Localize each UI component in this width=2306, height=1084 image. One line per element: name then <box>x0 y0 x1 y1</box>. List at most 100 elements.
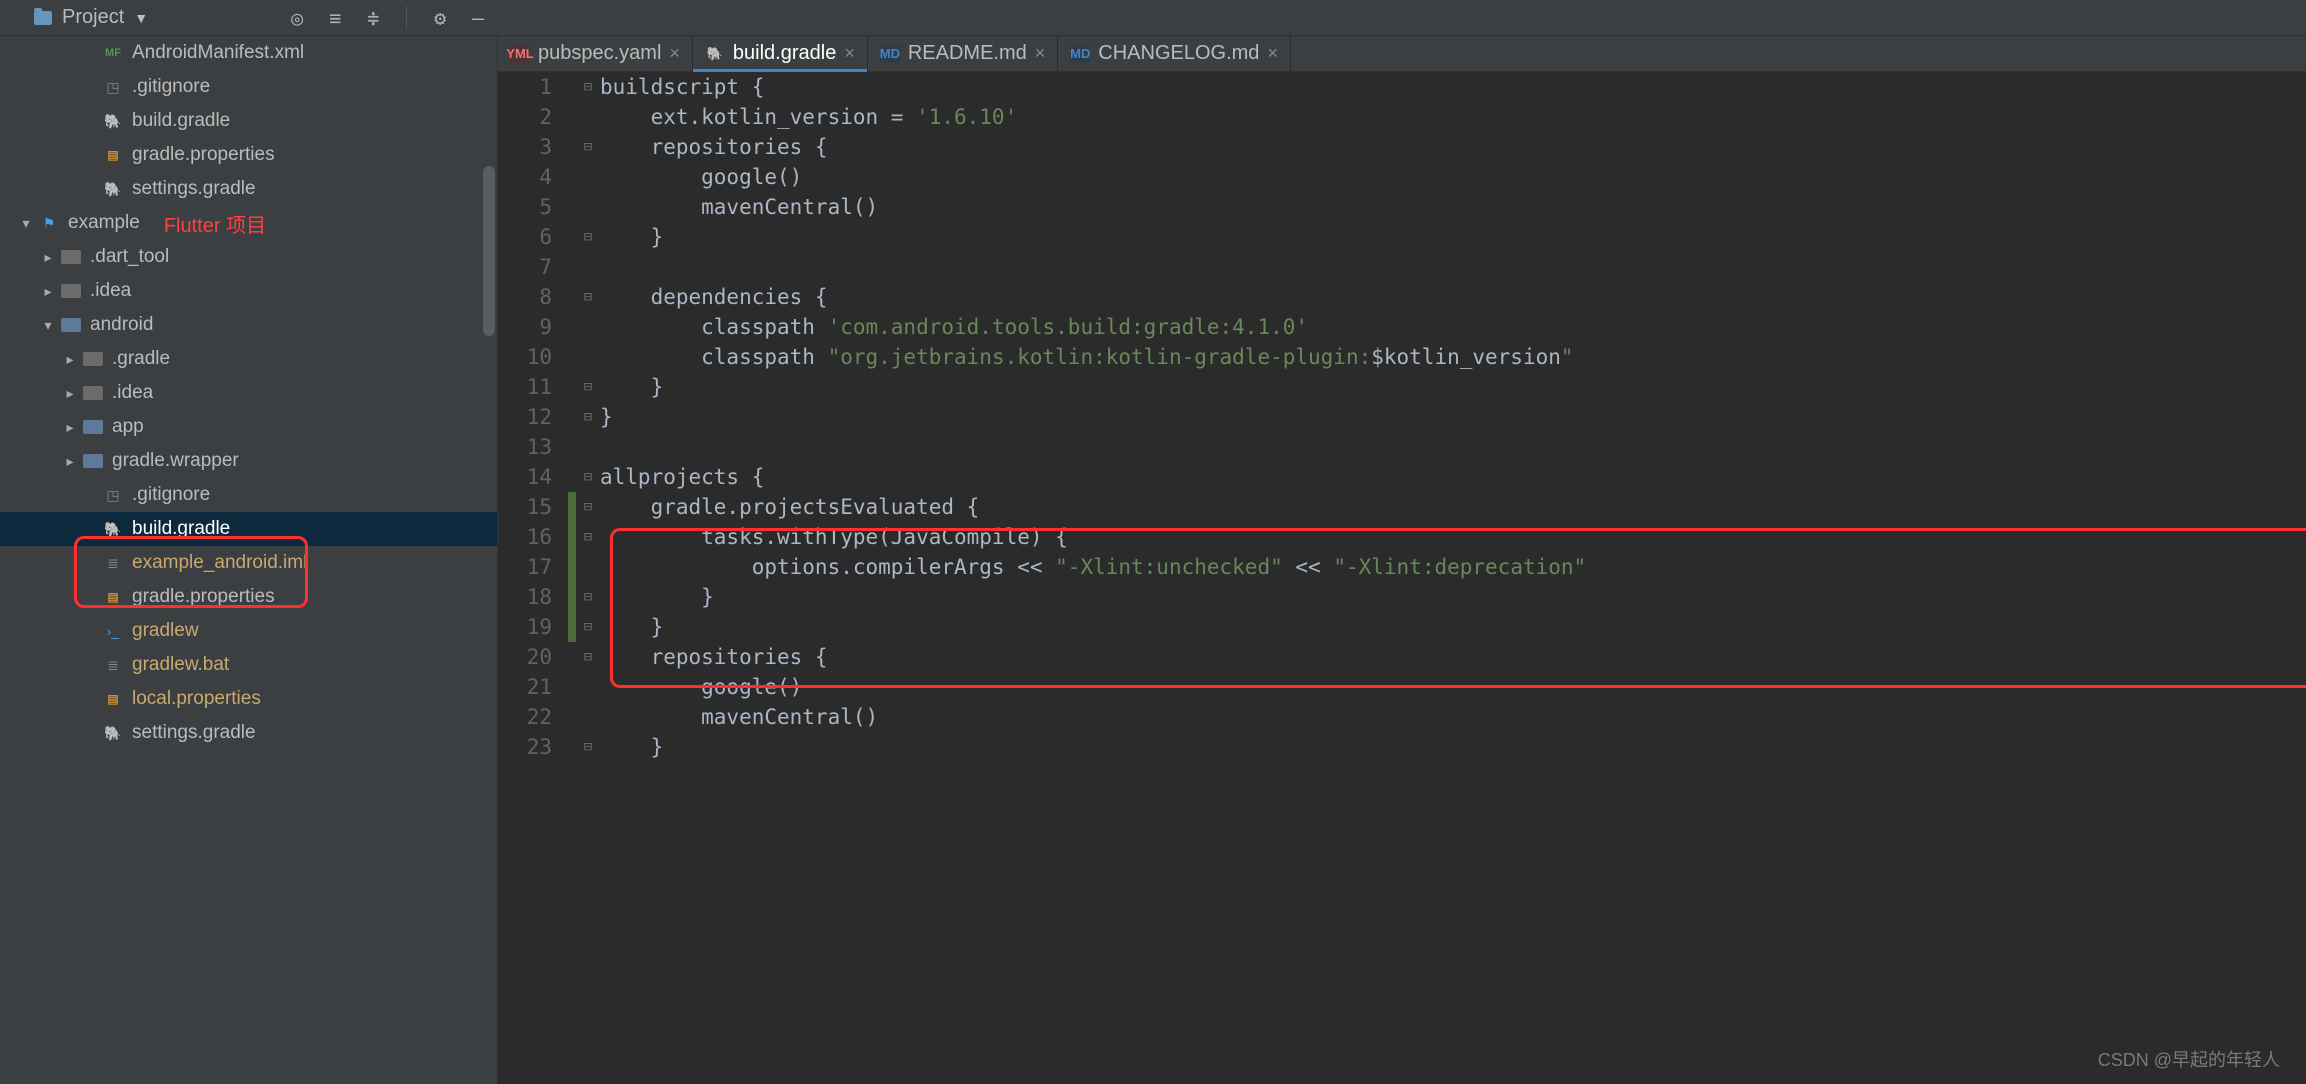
code-line[interactable]: 19⊟ } <box>498 612 2306 642</box>
line-number: 20 <box>498 645 568 669</box>
project-view-selector[interactable]: Project ▼ <box>34 6 166 29</box>
code-line[interactable]: 15⊟ gradle.projectsEvaluated { <box>498 492 2306 522</box>
editor-tab[interactable]: MDREADME.md× <box>868 36 1058 71</box>
tree-item[interactable]: ▾android <box>0 308 497 342</box>
chevron-icon[interactable]: ▸ <box>38 249 58 266</box>
code-line[interactable]: 16⊟ tasks.withType(JavaCompile) { <box>498 522 2306 552</box>
tree-item[interactable]: ≣example_android.iml <box>0 546 497 580</box>
tree-item[interactable]: MFAndroidManifest.xml <box>0 36 497 70</box>
vcs-gutter <box>568 642 576 672</box>
code-line[interactable]: 5 mavenCentral() <box>498 192 2306 222</box>
code-editor[interactable]: 1⊟buildscript {2 ext.kotlin_version = '1… <box>498 72 2306 1084</box>
line-number: 3 <box>498 135 568 159</box>
code-line[interactable]: 2 ext.kotlin_version = '1.6.10' <box>498 102 2306 132</box>
chevron-icon[interactable]: ▾ <box>38 317 58 334</box>
tree-item[interactable]: ≣gradlew.bat <box>0 648 497 682</box>
main-toolbar: Project ▼ ◎ ≡ ≑ ⚙ — <box>0 0 2306 36</box>
tree-item[interactable]: ▸.dart_tool <box>0 240 497 274</box>
code-line[interactable]: 13 <box>498 432 2306 462</box>
scrollbar[interactable] <box>483 166 495 336</box>
code-line[interactable]: 8⊟ dependencies { <box>498 282 2306 312</box>
fold-icon[interactable]: ⊟ <box>576 79 600 95</box>
gear-icon[interactable]: ⚙ <box>425 3 455 33</box>
code-line[interactable]: 21 google() <box>498 672 2306 702</box>
tree-item[interactable]: ▸app <box>0 410 497 444</box>
code-line[interactable]: 11⊟ } <box>498 372 2306 402</box>
code-line[interactable]: 10 classpath "org.jetbrains.kotlin:kotli… <box>498 342 2306 372</box>
fold-icon[interactable]: ⊟ <box>576 529 600 545</box>
tree-item[interactable]: ▤gradle.properties <box>0 138 497 172</box>
tree-item[interactable]: 🐘settings.gradle <box>0 172 497 206</box>
tree-item-label: settings.gradle <box>132 178 256 200</box>
code-line[interactable]: 20⊟ repositories { <box>498 642 2306 672</box>
tree-item[interactable]: ▸.gradle <box>0 342 497 376</box>
code-line[interactable]: 1⊟buildscript { <box>498 72 2306 102</box>
chevron-icon[interactable]: ▸ <box>38 283 58 300</box>
editor-tab[interactable]: MDCHANGELOG.md× <box>1058 36 1291 71</box>
code-line[interactable]: 4 google() <box>498 162 2306 192</box>
fold-icon[interactable]: ⊟ <box>576 139 600 155</box>
collapse-all-icon[interactable]: ≑ <box>358 3 388 33</box>
code-line[interactable]: 17 options.compilerArgs << "-Xlint:unche… <box>498 552 2306 582</box>
tree-item[interactable]: 🐘settings.gradle <box>0 716 497 750</box>
editor-tab[interactable]: YMLpubspec.yaml× <box>498 36 693 71</box>
close-icon[interactable]: × <box>1035 43 1046 64</box>
tree-item[interactable]: ▤gradle.properties <box>0 580 497 614</box>
tree-item[interactable]: ▸.idea <box>0 376 497 410</box>
code-line[interactable]: 9 classpath 'com.android.tools.build:gra… <box>498 312 2306 342</box>
chevron-icon[interactable]: ▸ <box>60 351 80 368</box>
line-number: 18 <box>498 585 568 609</box>
tree-item[interactable]: ▸.idea <box>0 274 497 308</box>
line-number: 8 <box>498 285 568 309</box>
code-line[interactable]: 3⊟ repositories { <box>498 132 2306 162</box>
tree-item-label: AndroidManifest.xml <box>132 42 304 64</box>
fold-icon[interactable]: ⊟ <box>576 229 600 245</box>
fold-icon[interactable]: ⊟ <box>576 589 600 605</box>
line-number: 4 <box>498 165 568 189</box>
code-line[interactable]: 12⊟} <box>498 402 2306 432</box>
code-line[interactable]: 7 <box>498 252 2306 282</box>
fold-icon[interactable]: ⊟ <box>576 469 600 485</box>
close-icon[interactable]: × <box>1267 43 1278 64</box>
fold-icon[interactable]: ⊟ <box>576 289 600 305</box>
close-icon[interactable]: × <box>844 43 855 64</box>
tree-item[interactable]: ▤local.properties <box>0 682 497 716</box>
tree-item[interactable]: ◳.gitignore <box>0 478 497 512</box>
fold-icon[interactable]: ⊟ <box>576 619 600 635</box>
code-line[interactable]: 14⊟allprojects { <box>498 462 2306 492</box>
tree-item[interactable]: ◳.gitignore <box>0 70 497 104</box>
tree-item[interactable]: ▸gradle.wrapper <box>0 444 497 478</box>
chevron-icon[interactable]: ▸ <box>60 385 80 402</box>
project-tree[interactable]: MFAndroidManifest.xml◳.gitignore🐘build.g… <box>0 36 497 750</box>
fold-icon[interactable]: ⊟ <box>576 499 600 515</box>
tree-item[interactable]: 🐘build.gradle <box>0 512 497 546</box>
locate-icon[interactable]: ◎ <box>282 3 312 33</box>
vcs-gutter <box>568 192 576 222</box>
vcs-gutter <box>568 582 576 612</box>
code-line[interactable]: 18⊟ } <box>498 582 2306 612</box>
chevron-icon[interactable]: ▸ <box>60 419 80 436</box>
chevron-icon[interactable]: ▸ <box>60 453 80 470</box>
tree-item-label: gradlew.bat <box>132 654 229 676</box>
vcs-gutter <box>568 702 576 732</box>
code-line[interactable]: 6⊟ } <box>498 222 2306 252</box>
tree-item[interactable]: ›_gradlew <box>0 614 497 648</box>
line-number: 16 <box>498 525 568 549</box>
fold-icon[interactable]: ⊟ <box>576 409 600 425</box>
separator <box>406 6 407 30</box>
vcs-gutter <box>568 672 576 702</box>
fold-icon[interactable]: ⊟ <box>576 649 600 665</box>
tree-item-label: settings.gradle <box>132 722 256 744</box>
fold-icon[interactable]: ⊟ <box>576 739 600 755</box>
hide-icon[interactable]: — <box>463 3 493 33</box>
code-line[interactable]: 23⊟ } <box>498 732 2306 762</box>
expand-all-icon[interactable]: ≡ <box>320 3 350 33</box>
editor-tab[interactable]: 🐘build.gradle× <box>693 36 868 71</box>
code-line[interactable]: 22 mavenCentral() <box>498 702 2306 732</box>
fold-icon[interactable]: ⊟ <box>576 379 600 395</box>
chevron-icon[interactable]: ▾ <box>16 215 36 232</box>
close-icon[interactable]: × <box>669 43 680 64</box>
tree-item[interactable]: 🐘build.gradle <box>0 104 497 138</box>
line-number: 17 <box>498 555 568 579</box>
tree-item[interactable]: ▾⚑exampleFlutter 项目 <box>0 206 497 240</box>
